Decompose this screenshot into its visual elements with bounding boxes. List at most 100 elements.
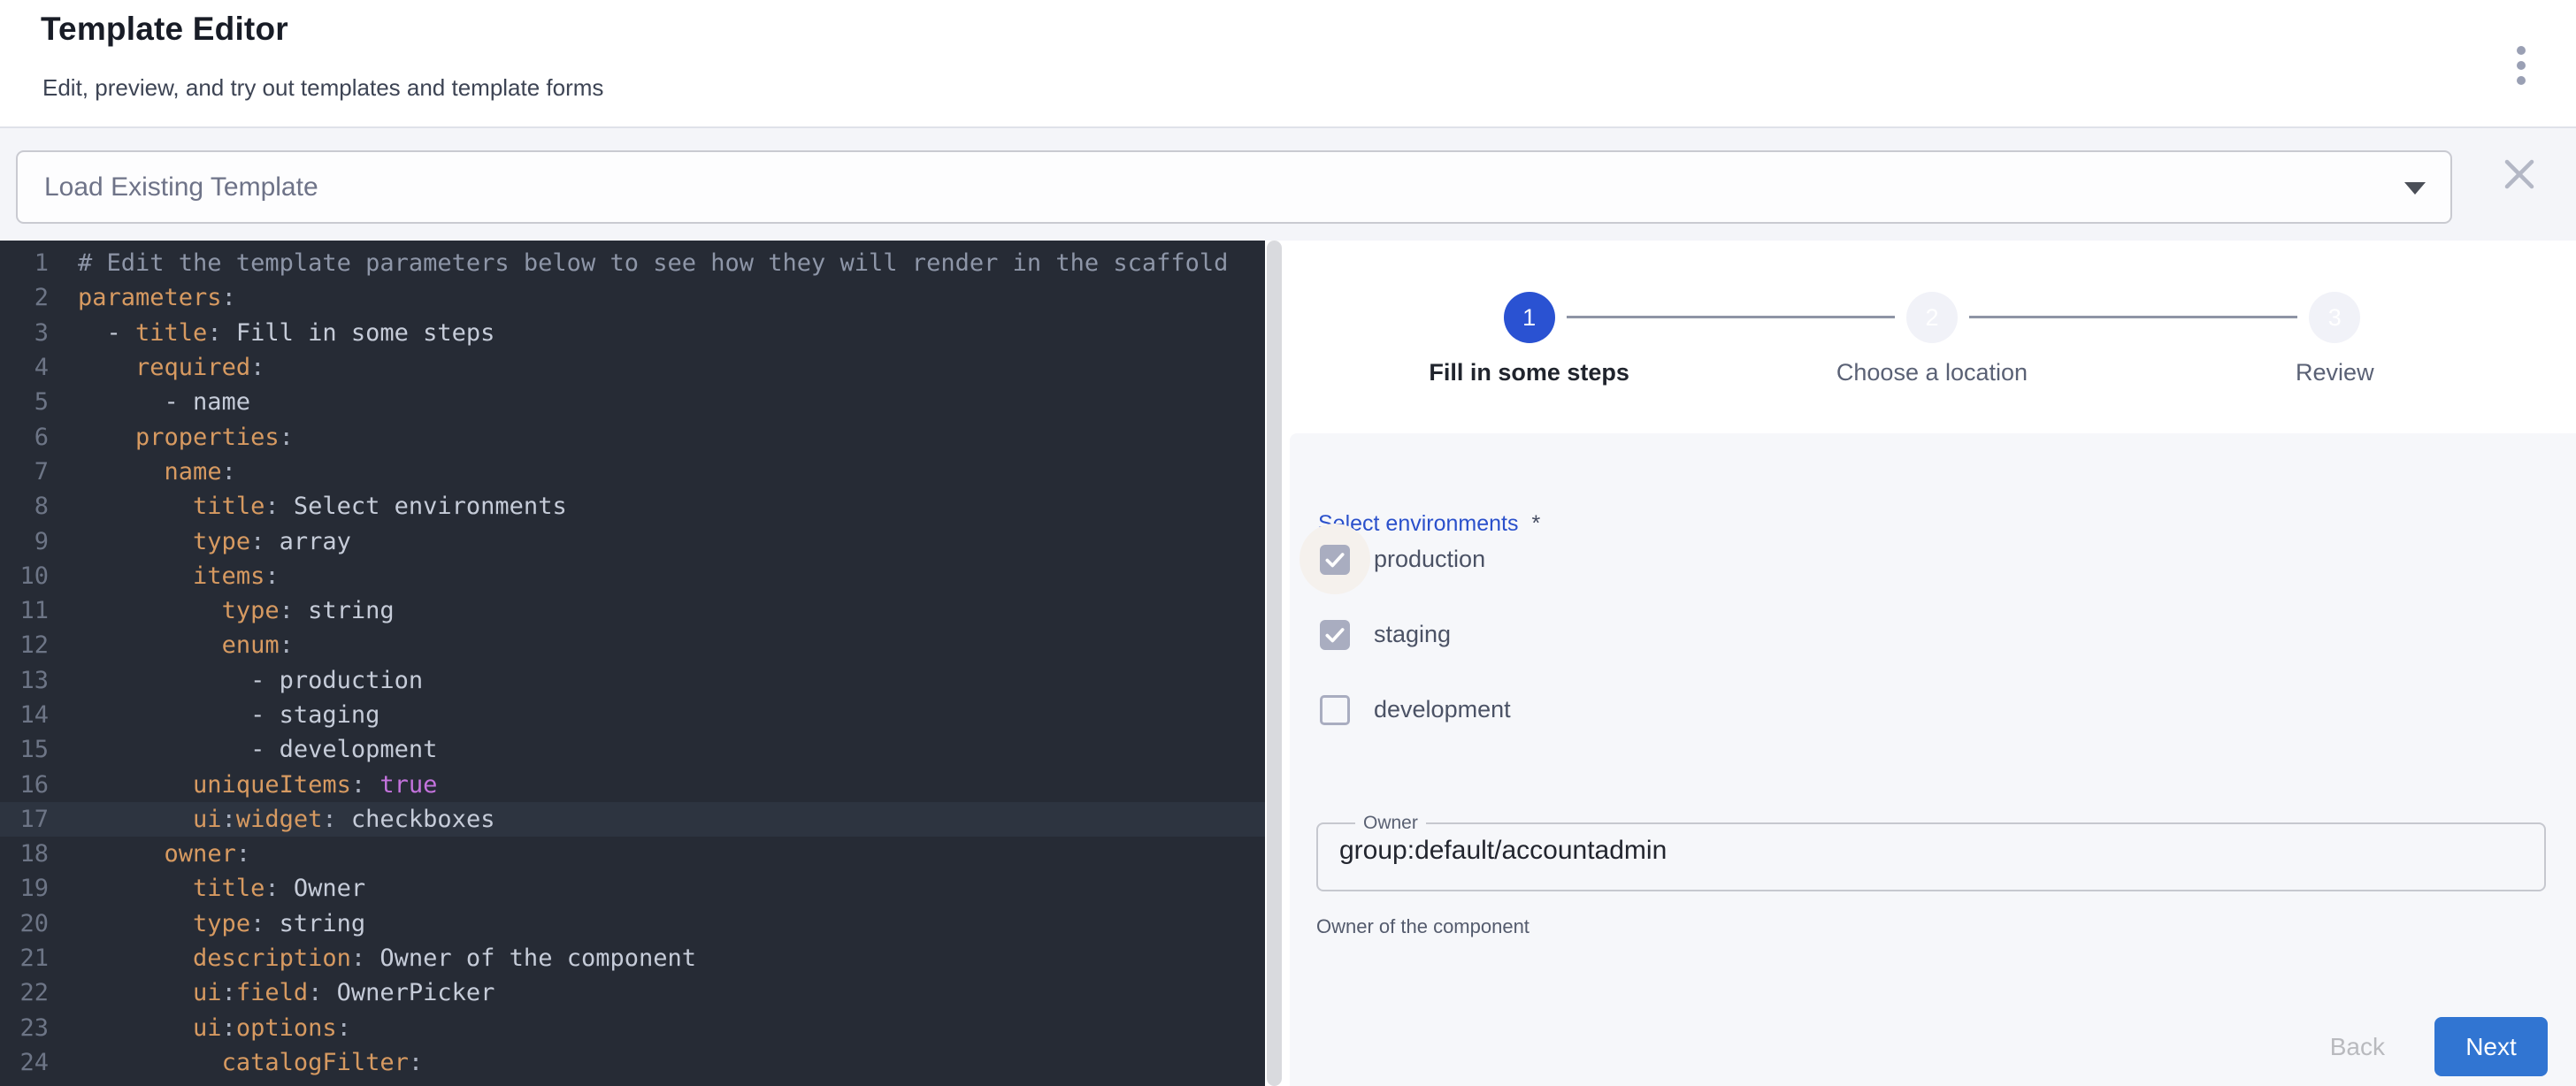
code-line[interactable]: 3 - title: Fill in some steps [0, 316, 1265, 350]
code-line[interactable]: 17 ui:widget: checkboxes [0, 802, 1265, 837]
code-line[interactable]: 21 description: Owner of the component [0, 941, 1265, 975]
line-content: title: Owner [78, 875, 365, 902]
line-content: properties: [78, 424, 294, 451]
checkbox-label: staging [1374, 621, 1451, 648]
page-header: Template Editor Edit, preview, and try o… [0, 0, 2576, 126]
line-number: 9 [0, 528, 49, 555]
load-template-bar: Load Existing Template [0, 126, 2576, 241]
line-number: 6 [0, 424, 49, 451]
checkbox[interactable] [1320, 620, 1350, 650]
code-line[interactable]: 7 name: [0, 455, 1265, 489]
line-content: # Edit the template parameters below to … [78, 249, 1228, 277]
code-line[interactable]: 19 title: Owner [0, 871, 1265, 906]
line-content: - title: Fill in some steps [78, 319, 494, 347]
more-vert-icon [2517, 46, 2526, 55]
line-content: - production [78, 667, 423, 694]
code-line[interactable]: 15 - development [0, 732, 1265, 767]
stepper-steps: 1 Fill in some steps 2 Choose a location… [1328, 292, 2536, 386]
line-content: type: string [78, 910, 365, 937]
stepper: 1 Fill in some steps 2 Choose a location… [1328, 292, 2536, 389]
checkbox[interactable] [1320, 695, 1350, 725]
line-content: catalogFilter: [78, 1049, 423, 1076]
environment-checkbox-group: production staging development [1290, 522, 2576, 747]
checkmark-icon [1323, 623, 1346, 646]
code-line[interactable]: 12 enum: [0, 628, 1265, 662]
line-number: 21 [0, 945, 49, 972]
line-content: ui:widget: checkboxes [78, 806, 494, 833]
page-subtitle: Edit, preview, and try out templates and… [42, 74, 603, 102]
code-line[interactable]: 13 - production [0, 663, 1265, 698]
line-content: owner: [78, 840, 250, 868]
line-content: type: string [78, 597, 395, 624]
template-preview-panel: 1 Fill in some steps 2 Choose a location… [1288, 241, 2576, 1086]
line-content: ui:options: [78, 1014, 351, 1042]
editor-scrollbar[interactable] [1267, 241, 1282, 1086]
line-number: 24 [0, 1049, 49, 1076]
step-label: Fill in some steps [1328, 359, 1730, 386]
line-number: 7 [0, 458, 49, 486]
line-number: 22 [0, 979, 49, 1006]
code-line[interactable]: 11 type: string [0, 593, 1265, 628]
line-number: 8 [0, 493, 49, 520]
checkbox-row[interactable]: development [1290, 672, 2576, 747]
load-template-select[interactable]: Load Existing Template [16, 150, 2452, 224]
line-content: type: array [78, 528, 351, 555]
step-label: Review [2134, 359, 2536, 386]
code-line[interactable]: 2parameters: [0, 280, 1265, 315]
step-label: Choose a location [1730, 359, 2133, 386]
step-number-badge: 1 [1504, 292, 1555, 343]
code-line[interactable]: 10 items: [0, 559, 1265, 593]
owner-field[interactable]: Owner group:default/accountadmin [1316, 813, 2546, 891]
code-line[interactable]: 9 type: array [0, 524, 1265, 558]
owner-field-value[interactable]: group:default/accountadmin [1339, 836, 2544, 866]
step-number-badge: 3 [2309, 292, 2360, 343]
template-code-editor[interactable]: 1# Edit the template parameters below to… [0, 241, 1265, 1086]
line-number: 15 [0, 736, 49, 763]
code-line[interactable]: 24 catalogFilter: [0, 1045, 1265, 1080]
close-button[interactable] [2502, 157, 2537, 192]
load-template-placeholder: Load Existing Template [44, 172, 318, 203]
line-content: enum: [78, 631, 294, 659]
checkbox-label: development [1374, 696, 1511, 723]
form-actions: Back Next [2314, 1017, 2548, 1076]
owner-field-helper: Owner of the component [1316, 915, 1530, 938]
code-line[interactable]: 4 required: [0, 350, 1265, 385]
line-number: 20 [0, 910, 49, 937]
checkbox-row[interactable]: production [1290, 522, 2576, 597]
owner-field-label: Owner [1355, 813, 1426, 834]
next-button[interactable]: Next [2434, 1017, 2548, 1076]
code-line[interactable]: 23 ui:options: [0, 1011, 1265, 1045]
line-content: description: Owner of the component [78, 945, 696, 972]
code-line[interactable]: 22 ui:field: OwnerPicker [0, 975, 1265, 1010]
line-number: 4 [0, 354, 49, 381]
line-content: ui:field: OwnerPicker [78, 979, 494, 1006]
line-number: 14 [0, 701, 49, 729]
line-number: 23 [0, 1014, 49, 1042]
more-vert-icon [2517, 76, 2526, 85]
line-number: 18 [0, 840, 49, 868]
code-line[interactable]: 20 type: string [0, 906, 1265, 941]
line-content: name: [78, 458, 236, 486]
code-line[interactable]: 6 properties: [0, 419, 1265, 454]
checkbox[interactable] [1320, 545, 1350, 575]
stepper-step: 2 Choose a location [1730, 292, 2133, 386]
code-line[interactable]: 1# Edit the template parameters below to… [0, 246, 1265, 280]
line-content: - development [78, 736, 437, 763]
line-content: uniqueItems: true [78, 771, 437, 799]
more-options-button[interactable] [2511, 46, 2532, 85]
close-icon [2507, 162, 2532, 187]
line-number: 13 [0, 667, 49, 694]
back-button[interactable]: Back [2314, 1024, 2401, 1070]
code-line[interactable]: 16 uniqueItems: true [0, 767, 1265, 801]
code-line[interactable]: 14 - staging [0, 698, 1265, 732]
code-line[interactable]: 5 - name [0, 385, 1265, 419]
code-line[interactable]: 18 owner: [0, 837, 1265, 871]
stepper-step: 3 Review [2134, 292, 2536, 386]
line-number: 16 [0, 771, 49, 799]
form-card: Select environments * production staging… [1290, 433, 2576, 1086]
code-line[interactable]: 8 title: Select environments [0, 489, 1265, 524]
checkbox-row[interactable]: staging [1290, 597, 2576, 672]
line-number: 11 [0, 597, 49, 624]
line-content: - name [78, 388, 250, 416]
line-number: 2 [0, 284, 49, 311]
